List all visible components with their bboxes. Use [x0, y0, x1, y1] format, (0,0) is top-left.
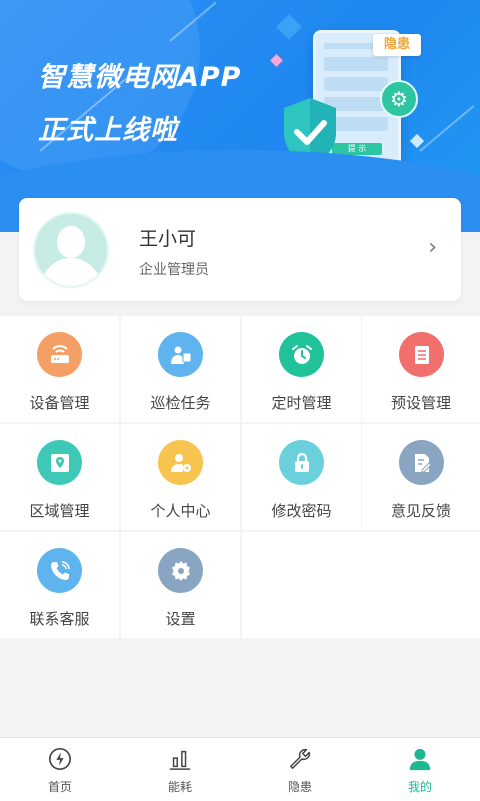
- tab-label: 我的: [407, 780, 432, 794]
- menu-item-feedback[interactable]: 意见反馈: [362, 424, 480, 530]
- profile-card[interactable]: 王小可 企业管理员 ›: [19, 198, 461, 301]
- tab-energy[interactable]: 能耗: [120, 738, 240, 801]
- tab-home[interactable]: 首页: [0, 738, 120, 801]
- menu-empty-cell: [242, 532, 480, 638]
- menu-item-preset-management[interactable]: 预设管理: [362, 316, 480, 422]
- menu-item-personal-center[interactable]: 个人中心: [121, 424, 240, 530]
- menu-item-change-password[interactable]: 修改密码: [242, 424, 361, 530]
- tab-mine[interactable]: 我的: [360, 738, 480, 801]
- phone-call-icon: [37, 548, 82, 593]
- location-pin-icon: [37, 440, 82, 485]
- person-icon: [408, 746, 432, 772]
- user-name: 王小可: [139, 228, 197, 250]
- menu-item-label: 联系客服: [29, 610, 90, 628]
- banner-diamond: [270, 54, 283, 67]
- menu-item-timer-management[interactable]: 定时管理: [242, 316, 361, 422]
- gear-icon: ⚙: [380, 80, 418, 118]
- router-icon: [37, 332, 82, 377]
- user-settings-icon: [158, 440, 203, 485]
- bottom-tab-bar: 首页 能耗 隐患 我的: [0, 737, 480, 801]
- hazard-tag: 隐患: [373, 34, 421, 56]
- chevron-right-icon[interactable]: ›: [428, 235, 437, 260]
- menu-item-label: 意见反馈: [390, 502, 451, 520]
- lightning-icon: [48, 746, 72, 772]
- menu-item-label: 个人中心: [150, 502, 211, 520]
- menu-item-label: 区域管理: [29, 502, 90, 520]
- banner-diamond: [276, 14, 302, 40]
- inspector-icon: [158, 332, 203, 377]
- alarm-clock-icon: [279, 332, 324, 377]
- banner-title: 智慧微电网APP: [38, 62, 242, 93]
- menu-item-label: 设备管理: [29, 394, 90, 412]
- menu-item-label: 修改密码: [271, 502, 332, 520]
- banner-decoration-line: [419, 105, 475, 152]
- user-role: 企业管理员: [139, 262, 209, 278]
- banner-diamond: [409, 133, 425, 149]
- avatar: [33, 212, 109, 288]
- lock-icon: [279, 440, 324, 485]
- bar-chart-icon: [168, 746, 192, 772]
- gear-icon: [158, 548, 203, 593]
- banner-subtitle: 正式上线啦: [38, 115, 178, 146]
- tab-label: 能耗: [167, 780, 192, 794]
- menu-item-label: 巡检任务: [150, 394, 211, 412]
- edit-document-icon: [399, 440, 444, 485]
- menu-item-customer-service[interactable]: 联系客服: [0, 532, 119, 638]
- document-list-icon: [399, 332, 444, 377]
- menu-item-inspection-tasks[interactable]: 巡检任务: [121, 316, 240, 422]
- menu-item-label: 定时管理: [271, 394, 332, 412]
- wrench-icon: [288, 746, 312, 772]
- menu-item-settings[interactable]: 设置: [121, 532, 240, 638]
- menu-item-device-management[interactable]: 设备管理: [0, 316, 119, 422]
- tab-label: 隐患: [287, 780, 312, 794]
- menu-item-label: 预设管理: [390, 394, 451, 412]
- tab-label: 首页: [47, 780, 72, 794]
- tab-hazards[interactable]: 隐患: [240, 738, 360, 801]
- menu-item-area-management[interactable]: 区域管理: [0, 424, 119, 530]
- menu-item-label: 设置: [165, 610, 196, 628]
